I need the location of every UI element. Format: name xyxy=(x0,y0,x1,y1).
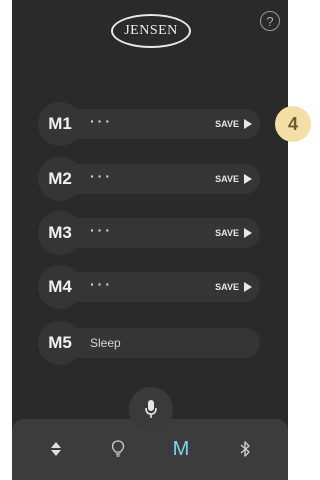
play-icon xyxy=(244,228,252,238)
memory-row-m2: M2 ··· SAVE xyxy=(38,157,260,201)
step-badge: 4 xyxy=(275,106,311,142)
voice-button[interactable] xyxy=(129,387,173,431)
microphone-icon xyxy=(145,400,157,418)
memory-bar xyxy=(56,328,260,358)
help-button[interactable]: ? xyxy=(260,11,280,31)
memory-value: ··· xyxy=(90,168,113,184)
save-label: SAVE xyxy=(215,119,239,129)
memory-value: ··· xyxy=(90,276,113,292)
step-number: 4 xyxy=(287,113,298,134)
play-icon xyxy=(244,282,252,292)
jensen-logo: JENSEN xyxy=(111,14,191,48)
save-label: SAVE xyxy=(215,174,239,184)
memory-row-m5: M5 Sleep xyxy=(38,321,260,365)
memory-label: M2 xyxy=(48,169,72,188)
nav-light[interactable] xyxy=(100,433,136,465)
memory-value: ··· xyxy=(90,113,113,129)
bluetooth-icon xyxy=(240,441,250,457)
save-label: SAVE xyxy=(215,282,239,292)
memory-button-m4[interactable]: M4 xyxy=(38,265,82,309)
nav-bluetooth[interactable] xyxy=(227,433,263,465)
memory-button-m2[interactable]: M2 xyxy=(38,157,82,201)
lightbulb-icon xyxy=(111,440,125,457)
memory-label: M1 xyxy=(48,114,72,133)
memory-label: M4 xyxy=(48,277,72,296)
nav-memory[interactable]: M xyxy=(163,433,199,465)
memory-label: M5 xyxy=(48,333,72,352)
save-button-m4[interactable]: SAVE xyxy=(215,265,252,309)
up-down-arrows-icon xyxy=(51,442,61,456)
memory-value: ··· xyxy=(90,222,113,238)
memory-button-m5[interactable]: M5 xyxy=(38,321,82,365)
save-button-m3[interactable]: SAVE xyxy=(215,211,252,255)
save-button-m2[interactable]: SAVE xyxy=(215,157,252,201)
memory-button-m3[interactable]: M3 xyxy=(38,211,82,255)
save-label: SAVE xyxy=(215,228,239,238)
play-icon xyxy=(244,119,252,129)
memory-row-m4: M4 ··· SAVE xyxy=(38,265,260,309)
memory-row-m3: M3 ··· SAVE xyxy=(38,211,260,255)
memory-button-m1[interactable]: M1 xyxy=(38,102,82,146)
nav-adjust[interactable] xyxy=(38,433,74,465)
play-icon xyxy=(244,174,252,184)
memory-value: Sleep xyxy=(90,336,121,350)
m-letter-icon: M xyxy=(172,437,190,460)
logo-text: JENSEN xyxy=(124,23,178,38)
memory-row-m1: M1 ··· SAVE xyxy=(38,102,260,146)
memory-label: M3 xyxy=(48,223,72,242)
question-circle-icon: ? xyxy=(266,13,274,29)
save-button-m1[interactable]: SAVE xyxy=(215,102,252,146)
